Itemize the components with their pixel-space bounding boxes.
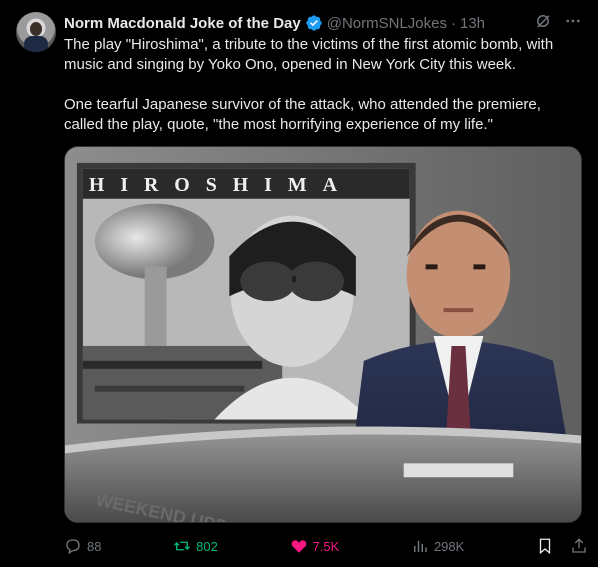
views-button[interactable]: 298K xyxy=(411,537,464,555)
repost-button[interactable]: 802 xyxy=(173,537,218,555)
tweet-top-icons xyxy=(534,12,582,30)
views-count: 298K xyxy=(433,538,465,554)
separator-dot: · xyxy=(450,14,456,32)
repost-count: 802 xyxy=(196,538,218,554)
reply-button[interactable]: 88 xyxy=(64,537,101,555)
tweet-text: The play "Hiroshima", a tribute to the v… xyxy=(64,36,554,133)
heart-icon xyxy=(291,540,306,553)
grok-icon[interactable] xyxy=(534,12,552,30)
like-button[interactable]: 7.5K xyxy=(290,537,340,555)
repost-icon xyxy=(174,541,191,551)
reply-count: 88 xyxy=(87,538,102,554)
hiroshima-graphic-text: HIROSHIMA xyxy=(89,174,353,196)
tweet-header: Norm Macdonald Joke of the Day @NormSNLJ… xyxy=(64,12,485,34)
more-icon[interactable] xyxy=(564,12,582,30)
verified-badge-icon xyxy=(306,15,322,31)
views-icon xyxy=(413,540,427,552)
bookmark-icon[interactable] xyxy=(536,537,554,555)
like-count: 7.5K xyxy=(312,538,340,554)
news-broadcast-still: HIROSHIMA WEEKEND UPDATE xyxy=(65,147,581,522)
tweet-media-image[interactable]: HIROSHIMA WEEKEND UPDATE xyxy=(64,146,582,523)
tweet-time[interactable]: 13h xyxy=(460,15,485,32)
avatar[interactable] xyxy=(16,12,56,52)
reply-icon xyxy=(66,539,80,555)
author-name[interactable]: Norm Macdonald Joke of the Day xyxy=(64,15,301,32)
tweet-actions: 88 802 7.5K 298K xyxy=(64,534,588,558)
author-handle[interactable]: @NormSNLJokes xyxy=(327,15,447,32)
right-actions xyxy=(536,537,588,555)
share-icon[interactable] xyxy=(570,537,588,555)
tweet[interactable]: Norm Macdonald Joke of the Day @NormSNLJ… xyxy=(0,0,598,567)
